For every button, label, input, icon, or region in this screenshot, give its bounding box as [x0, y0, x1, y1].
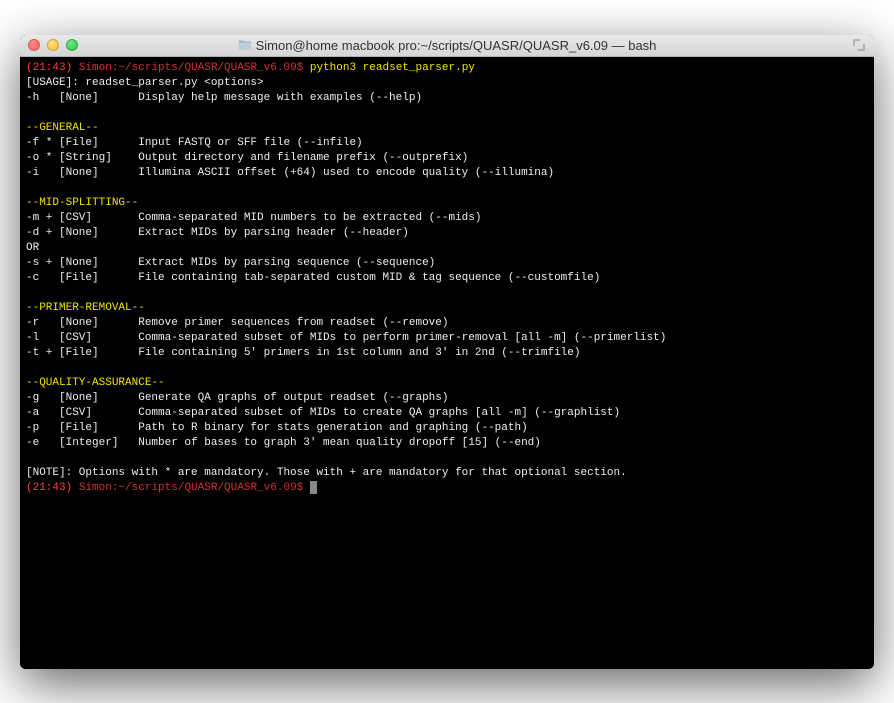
prompt-path: Simon:~/scripts/QUASR/QUASR_v6.09$: [79, 482, 303, 494]
output-line: -m + [CSV] Comma-separated MID numbers t…: [26, 212, 481, 224]
prompt-time: (21:43): [26, 482, 72, 494]
section-header: --GENERAL--: [26, 122, 99, 134]
output-line: -p [File] Path to R binary for stats gen…: [26, 422, 528, 434]
output-line: [USAGE]: readset_parser.py <options>: [26, 77, 264, 89]
output-line: -i [None] Illumina ASCII offset (+64) us…: [26, 167, 554, 179]
output-line: -s + [None] Extract MIDs by parsing sequ…: [26, 257, 435, 269]
output-line: -g [None] Generate QA graphs of output r…: [26, 392, 448, 404]
prompt-time: (21:43): [26, 62, 72, 74]
titlebar[interactable]: Simon@home macbook pro:~/scripts/QUASR/Q…: [20, 35, 874, 57]
prompt-path: Simon:~/scripts/QUASR/QUASR_v6.09$: [79, 62, 303, 74]
zoom-button[interactable]: [66, 39, 78, 51]
cursor: [310, 481, 317, 494]
output-line: -f * [File] Input FASTQ or SFF file (--i…: [26, 137, 363, 149]
output-line: -l [CSV] Comma-separated subset of MIDs …: [26, 332, 666, 344]
section-header: --PRIMER-REMOVAL--: [26, 302, 145, 314]
terminal-window: Simon@home macbook pro:~/scripts/QUASR/Q…: [20, 35, 874, 669]
window-title-text: Simon@home macbook pro:~/scripts/QUASR/Q…: [256, 38, 657, 53]
output-line: -c [File] File containing tab-separated …: [26, 272, 600, 284]
expand-icon[interactable]: [852, 38, 866, 52]
section-header: --MID-SPLITTING--: [26, 197, 138, 209]
section-header: --QUALITY-ASSURANCE--: [26, 377, 165, 389]
minimize-button[interactable]: [47, 39, 59, 51]
output-line: -r [None] Remove primer sequences from r…: [26, 317, 448, 329]
output-line: OR: [26, 242, 39, 254]
traffic-lights: [28, 39, 78, 51]
output-line: -o * [String] Output directory and filen…: [26, 152, 468, 164]
folder-icon: [238, 38, 252, 52]
close-button[interactable]: [28, 39, 40, 51]
output-line: [NOTE]: Options with * are mandatory. Th…: [26, 467, 627, 479]
window-title: Simon@home macbook pro:~/scripts/QUASR/Q…: [20, 38, 874, 53]
output-line: -d + [None] Extract MIDs by parsing head…: [26, 227, 409, 239]
command-text: python3 readset_parser.py: [310, 62, 475, 74]
output-line: -t + [File] File containing 5' primers i…: [26, 347, 581, 359]
output-line: -a [CSV] Comma-separated subset of MIDs …: [26, 407, 620, 419]
output-line: -h [None] Display help message with exam…: [26, 92, 422, 104]
terminal-viewport[interactable]: (21:43) Simon:~/scripts/QUASR/QUASR_v6.0…: [20, 57, 874, 669]
output-line: -e [Integer] Number of bases to graph 3'…: [26, 437, 541, 449]
